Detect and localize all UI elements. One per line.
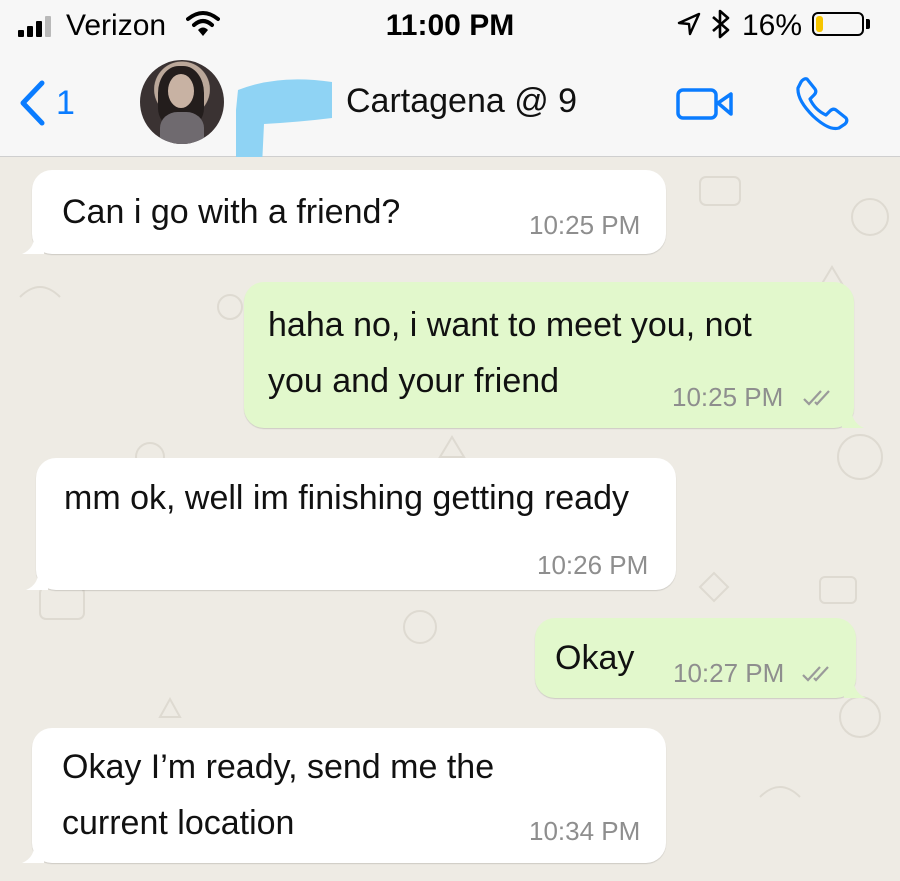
battery-level-fill [816, 16, 823, 32]
read-receipt-double-check-icon [802, 666, 829, 682]
carrier-name: Verizon [66, 9, 167, 42]
status-bar: Verizon 11:00 PM 16% [0, 0, 900, 50]
message-timestamp: 10:26 PM [537, 550, 649, 580]
video-call-icon[interactable] [675, 83, 737, 123]
chat-area[interactable]: Can i go with a friend? 10:25 PM haha no… [0, 157, 900, 881]
avatar-face [168, 74, 194, 108]
avatar-clothing [160, 112, 204, 144]
phone-call-icon[interactable] [793, 74, 851, 132]
message-bubble-incoming[interactable]: Okay I’m ready, send me the current loca… [22, 728, 666, 863]
message-text: Okay I’m ready, send me the current loca… [62, 748, 495, 842]
status-time: 11:00 PM [385, 9, 515, 42]
message-bubble-outgoing[interactable]: haha no, i want to meet you, not you and… [244, 282, 864, 428]
message-bubble-outgoing[interactable]: Okay 10:27 PM [535, 618, 866, 698]
battery-cap [866, 19, 870, 29]
battery-icon [812, 12, 864, 36]
contact-name[interactable]: Cartagena @ 9 [346, 82, 577, 121]
wifi-icon [186, 11, 220, 36]
bubble-tail [842, 406, 864, 428]
bubble-tail [22, 841, 44, 863]
message-bubble-incoming[interactable]: mm ok, well im finishing getting ready 1… [26, 458, 676, 590]
back-chevron-icon [20, 80, 45, 126]
location-arrow-icon [677, 12, 701, 36]
message-text: Okay [555, 639, 635, 677]
bubble-tail [844, 676, 866, 698]
bubble-tail [22, 232, 44, 254]
message-timestamp: 10:25 PM [672, 382, 784, 412]
signal-bars-icon [18, 13, 51, 37]
read-receipt-double-check-icon [803, 390, 830, 406]
back-button[interactable]: 1 [18, 78, 75, 128]
bluetooth-icon [712, 9, 730, 39]
message-timestamp: 10:27 PM [673, 658, 785, 688]
message-timestamp: 10:25 PM [529, 210, 641, 240]
bubble-tail [26, 568, 48, 590]
unread-count: 1 [56, 83, 75, 122]
battery-percent: 16% [742, 9, 803, 42]
message-text: mm ok, well im finishing getting ready [64, 479, 630, 517]
avatar[interactable] [140, 60, 224, 144]
message-timestamp: 10:34 PM [529, 816, 641, 846]
message-text: Can i go with a friend? [62, 193, 401, 231]
message-bubble-incoming[interactable]: Can i go with a friend? 10:25 PM [22, 170, 666, 254]
chat-header: 1 Cartagena @ 9 [0, 50, 900, 168]
